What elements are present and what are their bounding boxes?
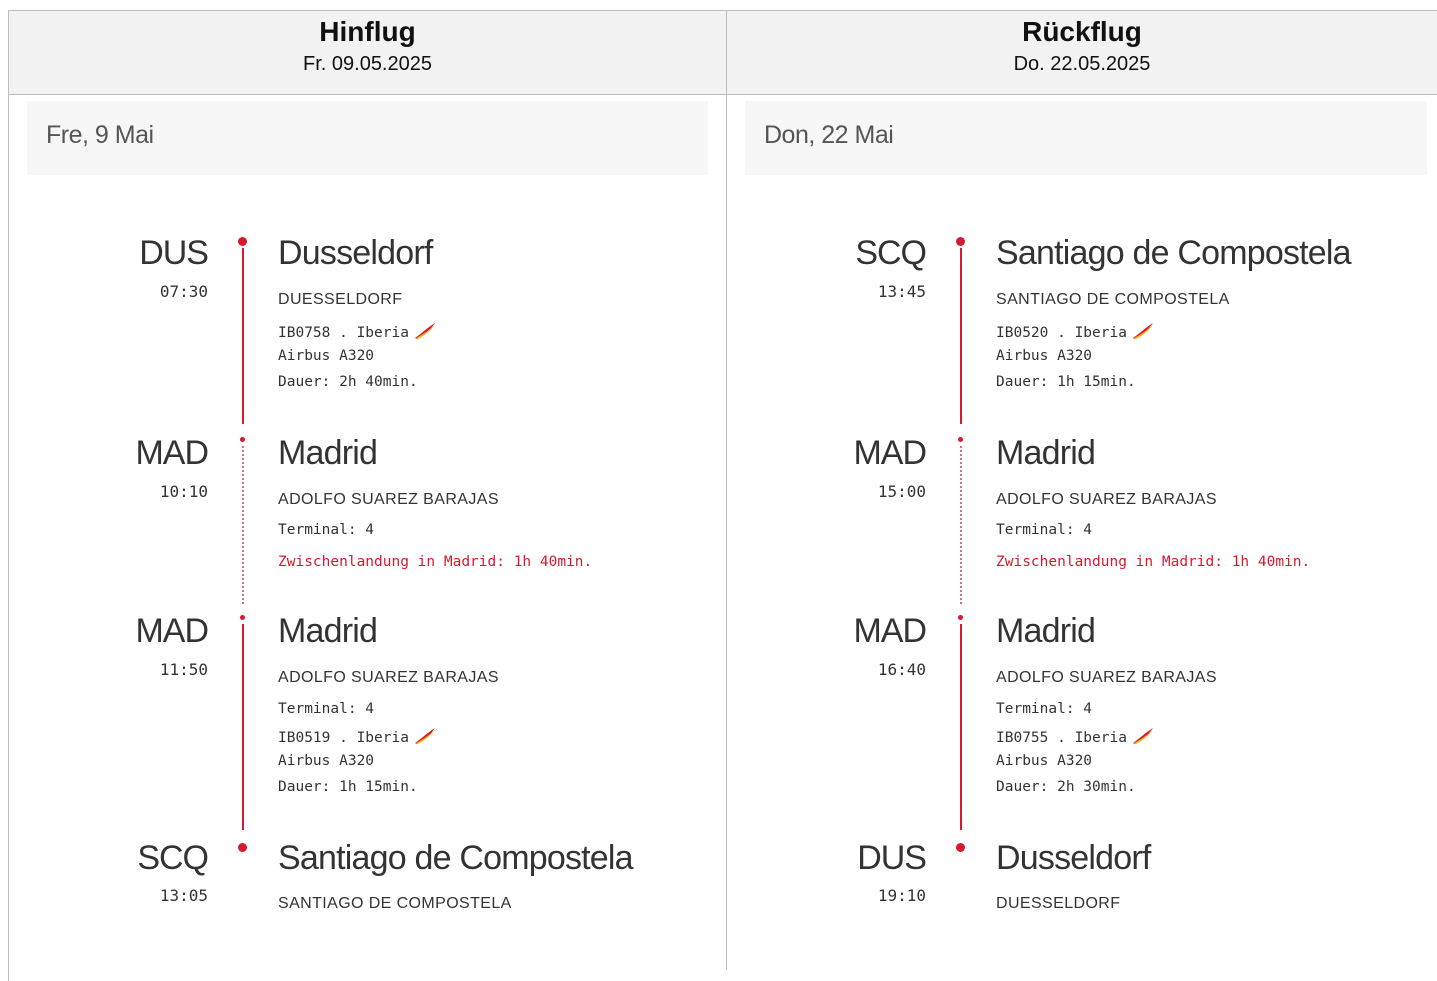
timeline-layover-line bbox=[242, 446, 244, 604]
iberia-logo-icon bbox=[414, 728, 435, 744]
outbound-itinerary: DUS 07:30 Dusseldorf DUESSELDORF IB0758 … bbox=[0, 0, 700, 969]
flight-duration: Dauer: 2h 40min. bbox=[278, 374, 418, 390]
stop-airport: ADOLFO SUAREZ BARAJAS bbox=[278, 491, 499, 508]
iberia-logo-icon bbox=[1132, 728, 1153, 744]
timeline-dot bbox=[240, 437, 245, 442]
stop-time: 11:50 bbox=[159, 660, 208, 679]
stop-airport: ADOLFO SUAREZ BARAJAS bbox=[996, 491, 1217, 508]
stop-time: 07:30 bbox=[159, 282, 208, 301]
timeline-line bbox=[242, 248, 244, 424]
terminal: Terminal: 4 bbox=[996, 522, 1093, 538]
flight-number: IB0758 . Iberia bbox=[278, 322, 437, 341]
terminal: Terminal: 4 bbox=[996, 701, 1093, 717]
timeline-dot bbox=[238, 237, 247, 246]
stop-code: SCQ bbox=[137, 839, 209, 877]
return-itinerary: SCQ 13:45 Santiago de Compostela SANTIAG… bbox=[718, 0, 1418, 969]
stop-airport: SANTIAGO DE COMPOSTELA bbox=[996, 291, 1230, 308]
iberia-logo-icon bbox=[1132, 323, 1153, 339]
stop-city: Dusseldorf bbox=[996, 839, 1151, 877]
flight-number: IB0520 . Iberia bbox=[996, 322, 1155, 341]
stop-city: Santiago de Compostela bbox=[278, 839, 634, 877]
stop-city: Santiago de Compostela bbox=[996, 234, 1352, 272]
timeline-layover-line bbox=[960, 446, 962, 604]
stop-city: Madrid bbox=[996, 434, 1096, 472]
timeline-line bbox=[960, 624, 962, 830]
stop-airport: SANTIAGO DE COMPOSTELA bbox=[278, 895, 512, 912]
stop-city: Madrid bbox=[278, 612, 378, 650]
stop-time: 16:40 bbox=[877, 660, 926, 679]
flight-number: IB0519 . Iberia bbox=[278, 727, 437, 746]
stop-airport: DUESSELDORF bbox=[996, 895, 1121, 912]
stop-city: Madrid bbox=[278, 434, 378, 472]
aircraft: Airbus A320 bbox=[996, 348, 1093, 364]
terminal: Terminal: 4 bbox=[278, 522, 375, 538]
aircraft: Airbus A320 bbox=[278, 348, 375, 364]
stop-code: MAD bbox=[135, 612, 209, 650]
timeline-dot bbox=[240, 615, 245, 620]
stop-time: 19:10 bbox=[877, 886, 926, 905]
flight-number: IB0755 . Iberia bbox=[996, 727, 1155, 746]
stop-airport: DUESSELDORF bbox=[278, 291, 403, 308]
flight-duration: Dauer: 2h 30min. bbox=[996, 779, 1136, 795]
flight-duration: Dauer: 1h 15min. bbox=[278, 779, 418, 795]
stop-code: MAD bbox=[853, 434, 927, 472]
stop-code: MAD bbox=[853, 612, 927, 650]
aircraft: Airbus A320 bbox=[996, 753, 1093, 769]
timeline-dot bbox=[958, 615, 963, 620]
timeline-dot bbox=[956, 843, 965, 852]
timeline-line bbox=[960, 248, 962, 424]
layover-info: Zwischenlandung in Madrid: 1h 40min. bbox=[278, 554, 593, 570]
stop-code: SCQ bbox=[855, 234, 927, 272]
stop-code: MAD bbox=[135, 434, 209, 472]
stop-airport: ADOLFO SUAREZ BARAJAS bbox=[278, 669, 499, 686]
stop-time: 13:45 bbox=[877, 282, 926, 301]
stop-time: 10:10 bbox=[159, 482, 208, 501]
flight-duration: Dauer: 1h 15min. bbox=[996, 374, 1136, 390]
timeline-line bbox=[242, 624, 244, 830]
stop-time: 15:00 bbox=[877, 482, 926, 501]
terminal: Terminal: 4 bbox=[278, 701, 375, 717]
stop-time: 13:05 bbox=[159, 886, 208, 905]
stop-city: Dusseldorf bbox=[278, 234, 433, 272]
stop-code: DUS bbox=[857, 839, 927, 877]
layover-info: Zwischenlandung in Madrid: 1h 40min. bbox=[996, 554, 1311, 570]
iberia-logo-icon bbox=[414, 323, 435, 339]
stop-code: DUS bbox=[139, 234, 209, 272]
aircraft: Airbus A320 bbox=[278, 753, 375, 769]
timeline-dot bbox=[956, 237, 965, 246]
timeline-dot bbox=[958, 437, 963, 442]
stop-airport: ADOLFO SUAREZ BARAJAS bbox=[996, 669, 1217, 686]
timeline-dot bbox=[238, 843, 247, 852]
stop-city: Madrid bbox=[996, 612, 1096, 650]
